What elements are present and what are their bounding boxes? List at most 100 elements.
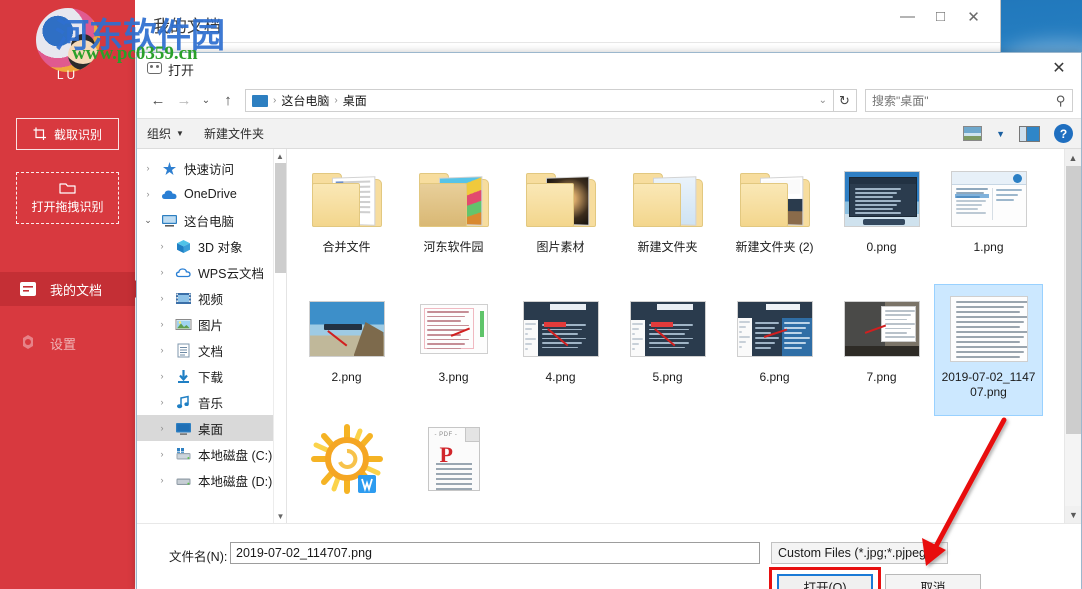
search-box[interactable]: ⚲: [865, 89, 1073, 112]
tree-item-6[interactable]: ›图片: [137, 311, 286, 337]
maximize-button[interactable]: □: [924, 0, 957, 33]
tree-item-5[interactable]: ›视频: [137, 285, 286, 311]
tree-item-11[interactable]: ›本地磁盘 (C:): [137, 441, 286, 467]
breadcrumb-item-this-pc[interactable]: 这台电脑: [281, 92, 329, 109]
file-item[interactable]: 1.png: [935, 155, 1042, 285]
tree-item-0[interactable]: › 快速访问: [137, 155, 286, 181]
chevron-right-icon[interactable]: ›: [155, 449, 169, 459]
file-item[interactable]: 6.png: [721, 285, 828, 415]
breadcrumb[interactable]: › 这台电脑 › 桌面 ⌄: [245, 89, 834, 112]
tree-scrollbar[interactable]: ▲ ▼: [273, 149, 286, 523]
item-thumbnail: [736, 291, 814, 367]
tree-item-4[interactable]: ›WPS云文档: [137, 259, 286, 285]
chevron-right-icon[interactable]: ›: [155, 293, 169, 303]
search-icon[interactable]: ⚲: [1056, 93, 1066, 109]
tree-item-1[interactable]: › OneDrive: [137, 181, 286, 207]
recent-locations-button[interactable]: ⌄: [197, 88, 215, 114]
preview-pane-icon[interactable]: [1019, 126, 1040, 142]
breadcrumb-dropdown-icon[interactable]: ⌄: [819, 95, 827, 106]
folder-item[interactable]: 新建文件夹: [614, 155, 721, 285]
chevron-right-icon[interactable]: ›: [155, 319, 169, 329]
image-thumbnail: [309, 301, 385, 357]
scroll-up-icon[interactable]: ▲: [274, 149, 286, 163]
folder-item[interactable]: 合并文件: [293, 155, 400, 285]
chevron-right-icon[interactable]: ›: [141, 163, 155, 173]
file-item[interactable]: [293, 415, 400, 523]
chevron-down-icon[interactable]: ▼: [996, 129, 1005, 139]
chevron-right-icon[interactable]: ›: [141, 189, 155, 199]
file-item[interactable]: 0.png: [828, 155, 935, 285]
filename-input[interactable]: [230, 542, 760, 564]
chevron-right-icon[interactable]: ›: [155, 423, 169, 433]
new-folder-button[interactable]: 新建文件夹: [204, 125, 264, 142]
chevron-right-icon[interactable]: ›: [155, 475, 169, 485]
tree-item-8[interactable]: › 下载: [137, 363, 286, 389]
file-item[interactable]: 5.png: [614, 285, 721, 415]
chevron-right-icon[interactable]: ›: [155, 267, 169, 277]
tree-item-9[interactable]: ›音乐: [137, 389, 286, 415]
file-item[interactable]: 7.png: [828, 285, 935, 415]
refresh-button[interactable]: ↻: [833, 89, 857, 112]
file-item[interactable]: 4.png: [507, 285, 614, 415]
avatar[interactable]: [36, 8, 100, 72]
chevron-down-icon[interactable]: ⌄: [141, 215, 155, 226]
sidebar-item-my-documents[interactable]: 我的文档: [0, 272, 135, 306]
dialog-close-button[interactable]: ✕: [1037, 53, 1081, 83]
tree-item-label: OneDrive: [184, 187, 237, 201]
navigation-tree: › 快速访问 › OneDrive ⌄这台电脑›3D 对象›WPS云文档›视频›图片›文…: [137, 149, 287, 523]
organize-menu-button[interactable]: 组织 ▼: [147, 125, 184, 142]
item-thumbnail: [950, 161, 1028, 237]
file-list[interactable]: 合并文件 河东软件园 图片素材 新建文件夹 新建文件夹 (2) 0.png: [287, 149, 1081, 523]
tree-scroll-thumb[interactable]: [275, 163, 286, 273]
file-item[interactable]: 3.png: [400, 285, 507, 415]
sidebar-item-settings[interactable]: 设置: [0, 326, 135, 360]
item-label: 3.png: [404, 370, 504, 385]
cancel-button[interactable]: 取消: [885, 574, 981, 589]
file-item[interactable]: 2.png: [293, 285, 400, 415]
video-icon: [175, 291, 192, 306]
tree-item-label: 桌面: [198, 419, 223, 438]
scroll-down-icon[interactable]: ▼: [1065, 506, 1081, 523]
up-button[interactable]: ↑: [215, 88, 241, 114]
image-thumbnail: [844, 301, 920, 357]
chevron-right-icon[interactable]: ›: [155, 345, 169, 355]
capture-recognize-button[interactable]: 截取识别: [16, 118, 119, 150]
tree-item-7[interactable]: ›文档: [137, 337, 286, 363]
sidebar-item-label: 设置: [50, 334, 76, 353]
file-item[interactable]: - PDF -P: [400, 415, 507, 523]
picture-view-icon[interactable]: [963, 126, 982, 141]
list-scrollbar[interactable]: ▲ ▼: [1064, 149, 1081, 523]
back-button[interactable]: ←: [145, 88, 171, 114]
search-input[interactable]: [872, 94, 1056, 108]
scroll-up-icon[interactable]: ▲: [1065, 149, 1081, 166]
file-type-select[interactable]: Custom Files (*.jpg;*.pjpeg;*. ⌄: [771, 542, 948, 564]
item-label: 4.png: [511, 370, 611, 385]
help-button[interactable]: ?: [1054, 124, 1073, 143]
file-item[interactable]: 2019-07-02_114707.png: [935, 285, 1042, 415]
chevron-right-icon[interactable]: ›: [155, 371, 169, 381]
item-thumbnail: [308, 291, 386, 367]
tree-item-label: 快速访问: [184, 159, 234, 178]
breadcrumb-item-desktop[interactable]: 桌面: [343, 92, 367, 109]
chevron-right-icon[interactable]: ›: [155, 241, 169, 251]
folder-item[interactable]: 图片素材: [507, 155, 614, 285]
scroll-down-icon[interactable]: ▼: [274, 509, 287, 523]
folder-item[interactable]: 河东软件园: [400, 155, 507, 285]
forward-button[interactable]: →: [171, 88, 197, 114]
open-button[interactable]: 打开(O): [777, 574, 873, 589]
breadcrumb-separator: ›: [273, 95, 276, 106]
cube-icon: [175, 239, 192, 254]
image-thumbnail: [950, 296, 1028, 362]
list-scroll-thumb[interactable]: [1066, 166, 1081, 434]
tree-item-3[interactable]: ›3D 对象: [137, 233, 286, 259]
tree-item-10[interactable]: › 桌面: [137, 415, 286, 441]
chevron-right-icon[interactable]: ›: [155, 397, 169, 407]
minimize-button[interactable]: —: [891, 0, 924, 33]
drag-open-recognize-button[interactable]: 打开拖拽识别: [16, 172, 119, 224]
folder-item[interactable]: 新建文件夹 (2): [721, 155, 828, 285]
tree-item-2[interactable]: ⌄这台电脑: [137, 207, 286, 233]
tree-item-12[interactable]: ›本地磁盘 (D:): [137, 467, 286, 493]
tree-item-label: 下载: [198, 367, 223, 386]
close-button[interactable]: ✕: [957, 0, 990, 33]
item-label: 新建文件夹: [618, 240, 718, 255]
